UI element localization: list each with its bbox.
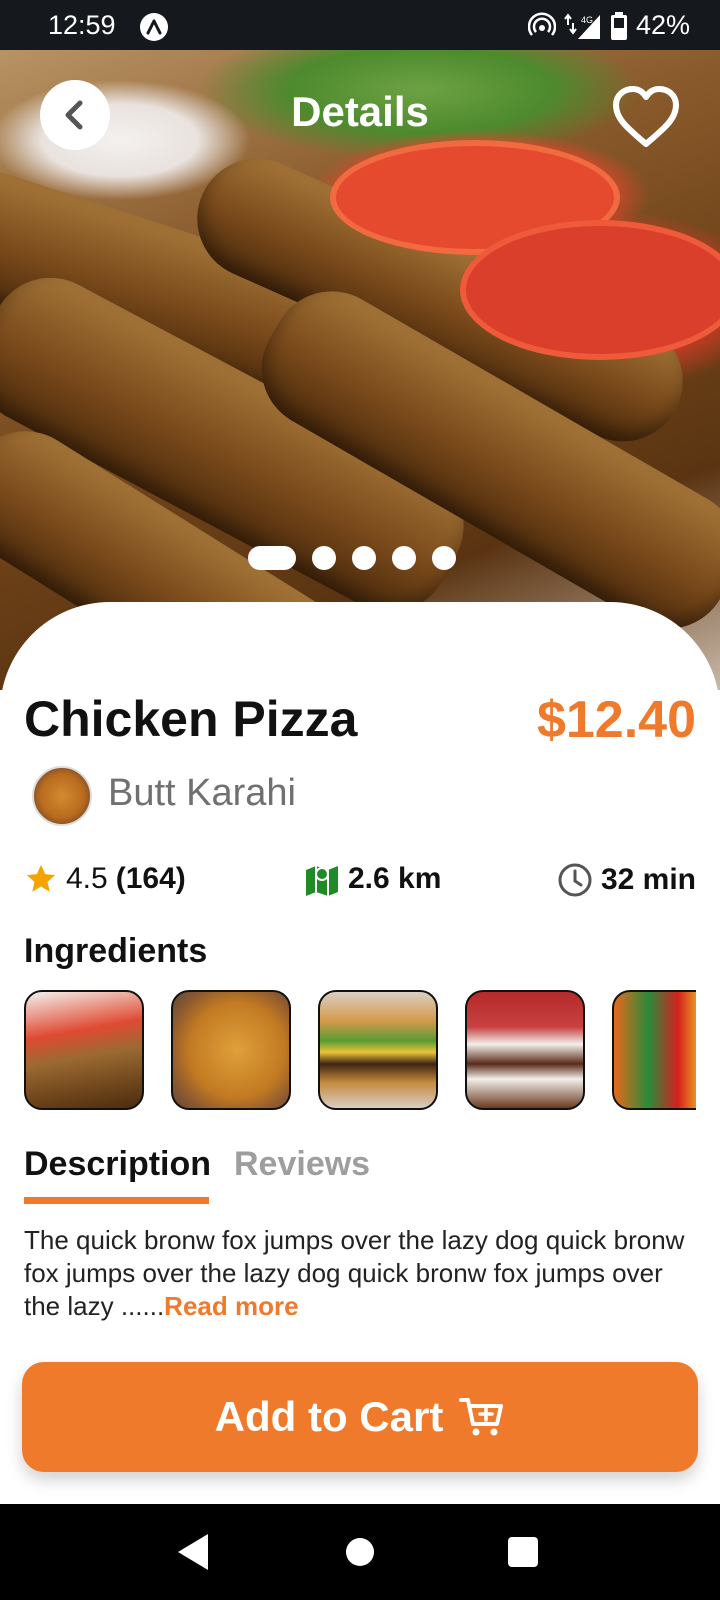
svg-text:4G: 4G xyxy=(581,15,593,25)
signal-icon: 4G xyxy=(564,12,600,39)
time-stat: 32 min xyxy=(557,862,696,898)
app-notification-icon xyxy=(140,13,168,41)
ingredient-burger[interactable] xyxy=(318,990,438,1110)
tab-active-indicator xyxy=(24,1197,209,1204)
ingredients-list[interactable] xyxy=(24,990,696,1114)
carousel-dot[interactable] xyxy=(312,546,336,570)
rating-stat: 4.5 (164) xyxy=(24,862,186,896)
ingredient-kebab[interactable] xyxy=(24,990,144,1110)
time-value: 32 min xyxy=(600,863,696,896)
nav-home-icon[interactable] xyxy=(346,1538,374,1566)
star-icon xyxy=(26,864,56,892)
status-bar: 12:59 4G 42% xyxy=(0,0,720,50)
rating-count: (164) xyxy=(115,862,186,895)
battery-percent: 42% xyxy=(635,10,690,40)
carousel-indicator xyxy=(248,546,456,570)
hotspot-icon xyxy=(527,11,556,36)
nav-back-icon[interactable] xyxy=(178,1534,208,1570)
food-name: Chicken Pizza xyxy=(24,691,358,747)
distance-value: 2.6 km xyxy=(348,862,442,895)
heart-icon xyxy=(613,86,679,147)
description-body: The quick bronw fox jumps over the lazy … xyxy=(24,1225,685,1321)
ingredient-lava-cake[interactable] xyxy=(465,990,585,1110)
restaurant-avatar[interactable] xyxy=(32,766,92,826)
status-time: 12:59 xyxy=(48,10,116,40)
add-to-cart-label: Add to Cart xyxy=(214,1393,444,1440)
details-tabs: Description Reviews xyxy=(24,1145,696,1205)
rating-value: 4.5 xyxy=(66,862,108,895)
map-icon xyxy=(306,866,338,896)
carousel-dot[interactable] xyxy=(248,546,296,570)
carousel-dot[interactable] xyxy=(352,546,376,570)
ingredient-biryani[interactable] xyxy=(171,990,291,1110)
carousel-dot[interactable] xyxy=(432,546,456,570)
cart-plus-icon xyxy=(459,1398,504,1436)
status-icons: 4G 42% xyxy=(527,10,690,41)
food-price: $12.40 xyxy=(536,691,696,749)
tab-reviews[interactable]: Reviews xyxy=(234,1145,370,1184)
food-stats: 4.5 (164) 2.6 km 32 min xyxy=(24,862,696,902)
add-to-cart-button[interactable]: Add to Cart xyxy=(22,1362,698,1472)
carousel-dot[interactable] xyxy=(392,546,416,570)
read-more-link[interactable]: Read more xyxy=(164,1291,298,1321)
tab-description[interactable]: Description xyxy=(24,1145,211,1184)
nav-recents-icon[interactable] xyxy=(508,1537,538,1567)
distance-stat: 2.6 km xyxy=(304,862,441,896)
battery-icon xyxy=(610,11,627,40)
clock-icon xyxy=(558,863,592,897)
system-nav-bar xyxy=(0,1504,720,1600)
ingredient-soft-drinks[interactable] xyxy=(612,990,696,1110)
favorite-button[interactable] xyxy=(610,84,682,150)
description-text: The quick bronw fox jumps over the lazy … xyxy=(24,1224,696,1323)
restaurant-name[interactable]: Butt Karahi xyxy=(108,772,296,815)
ingredients-title: Ingredients xyxy=(24,932,208,970)
